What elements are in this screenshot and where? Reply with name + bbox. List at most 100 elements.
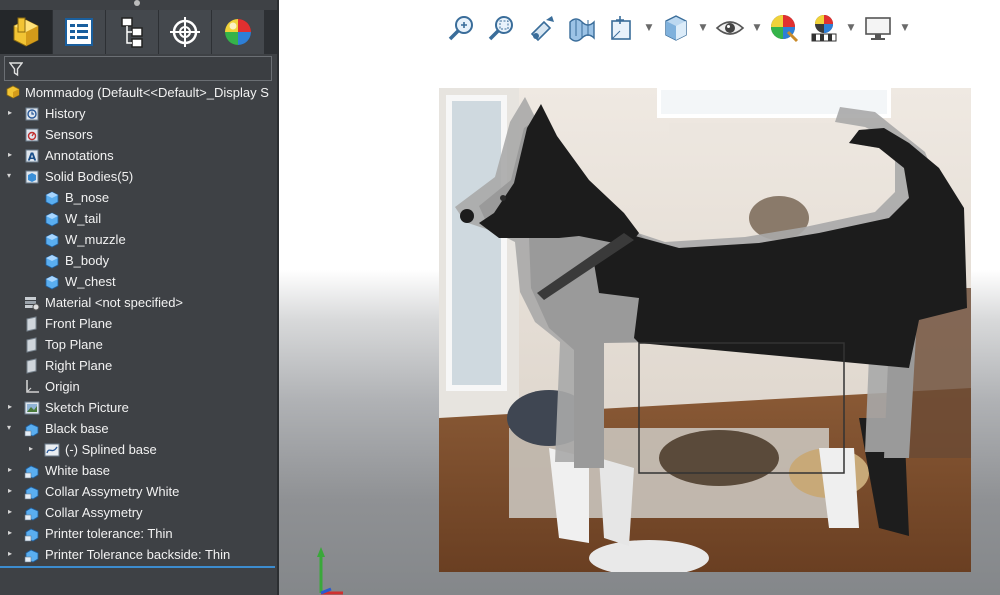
tree-item-right-plane[interactable]: Right Plane xyxy=(0,355,277,376)
expand-arrow-icon[interactable]: ▸ xyxy=(8,109,16,117)
tree-item-label: White base xyxy=(45,462,111,478)
apply-scene-button[interactable] xyxy=(804,10,844,46)
zoom-to-area-button[interactable] xyxy=(482,10,522,46)
solid-body-icon xyxy=(45,275,59,290)
tree-item-body-w-muzzle[interactable]: W_muzzle xyxy=(0,229,277,250)
collapse-arrow-icon[interactable]: ▾ xyxy=(7,172,15,180)
solid-body-icon xyxy=(45,233,59,248)
previous-view-button[interactable] xyxy=(522,10,562,46)
sketch-picture-with-model[interactable] xyxy=(439,88,971,572)
heads-up-view-toolbar: ▼ ▼ ▼ ▼ ▼ xyxy=(442,10,912,46)
hide-show-items-dropdown[interactable]: ▼ xyxy=(750,10,764,46)
tree-item-top-plane[interactable]: Top Plane xyxy=(0,334,277,355)
expand-arrow-icon[interactable]: ▸ xyxy=(8,508,16,516)
configuration-manager-tab[interactable] xyxy=(106,10,158,54)
tree-item-collar-assymetry[interactable]: ▸ Collar Assymetry xyxy=(0,502,277,523)
tree-filter-input[interactable] xyxy=(4,56,272,81)
tree-item-label: W_chest xyxy=(65,273,116,289)
thin-feature-icon xyxy=(24,549,39,563)
plane-icon xyxy=(26,358,37,374)
tree-item-history[interactable]: ▸ History xyxy=(0,103,277,124)
sensor-icon xyxy=(25,128,39,142)
tree-item-splined-base-sketch[interactable]: ▸ (-) Splined base xyxy=(0,439,277,460)
expand-arrow-icon[interactable]: ▸ xyxy=(8,487,16,495)
origin-icon xyxy=(26,380,39,393)
tree-item-black-base[interactable]: ▾ Black base xyxy=(0,418,277,439)
zoom-to-fit-button[interactable] xyxy=(442,10,482,46)
filter-icon xyxy=(9,62,23,77)
dynamic-annotation-views-dropdown[interactable]: ▼ xyxy=(642,10,656,46)
dimxpert-tab-icon xyxy=(170,17,200,47)
panel-grip-dot[interactable] xyxy=(134,0,140,6)
view-orientation-icon xyxy=(665,15,687,41)
apply-scene-dropdown[interactable]: ▼ xyxy=(844,10,858,46)
extrude-feature-icon xyxy=(24,507,39,521)
expand-arrow-icon[interactable]: ▸ xyxy=(8,466,16,474)
tree-item-label: Origin xyxy=(45,378,80,394)
tree-item-body-w-chest[interactable]: W_chest xyxy=(0,271,277,292)
extrude-feature-icon xyxy=(24,423,39,437)
tree-item-body-w-tail[interactable]: W_tail xyxy=(0,208,277,229)
property-manager-tab[interactable] xyxy=(53,10,105,54)
tree-item-label: Collar Assymetry xyxy=(45,504,143,520)
feature-manager-tab[interactable] xyxy=(0,10,52,54)
expand-arrow-icon[interactable]: ▸ xyxy=(8,151,16,159)
tree-item-label: Black base xyxy=(45,420,109,436)
tree-item-label: Annotations xyxy=(45,147,114,163)
view-orientation-button[interactable] xyxy=(656,10,696,46)
feature-manager-panel: Mommadog (Default<<Default>_Display S ▸ … xyxy=(0,0,277,595)
tree-item-label: Solid Bodies(5) xyxy=(45,168,134,184)
tree-item-solid-bodies[interactable]: ▾ Solid Bodies(5) xyxy=(0,166,277,187)
tree-item-printer-tolerance-backside[interactable]: ▸ Printer Tolerance backside: Thin xyxy=(0,544,277,565)
tree-root-part[interactable]: Mommadog (Default<<Default>_Display S xyxy=(0,82,277,103)
display-manager-tab[interactable] xyxy=(212,10,264,54)
model-eye xyxy=(500,195,506,201)
solid-body-icon xyxy=(45,191,59,206)
tree-item-material[interactable]: Material <not specified> xyxy=(0,292,277,313)
collapse-arrow-icon[interactable]: ▾ xyxy=(7,424,15,432)
tree-item-printer-tolerance[interactable]: ▸ Printer tolerance: Thin xyxy=(0,523,277,544)
extrude-feature-icon xyxy=(24,486,39,500)
rollback-bar[interactable] xyxy=(0,566,275,568)
solid-bodies-folder-icon xyxy=(25,170,39,184)
tree-item-label: W_tail xyxy=(65,210,102,226)
tree-item-collar-assymetry-white[interactable]: ▸ Collar Assymetry White xyxy=(0,481,277,502)
annotations-icon: A xyxy=(25,149,39,164)
tree-item-label: History xyxy=(45,105,86,121)
solid-body-icon xyxy=(45,212,59,227)
dynamic-annotation-views-button[interactable] xyxy=(602,10,642,46)
history-icon xyxy=(25,107,39,121)
view-settings-button[interactable] xyxy=(858,10,898,46)
tree-item-origin[interactable]: Origin xyxy=(0,376,277,397)
view-orientation-dropdown[interactable]: ▼ xyxy=(696,10,710,46)
edit-appearance-button[interactable] xyxy=(764,10,804,46)
tree-item-body-b-nose[interactable]: B_nose xyxy=(0,187,277,208)
tree-item-label: Right Plane xyxy=(45,357,113,373)
section-view-button[interactable] xyxy=(562,10,602,46)
view-settings-dropdown[interactable]: ▼ xyxy=(898,10,912,46)
sketch-icon xyxy=(44,443,60,457)
feature-manager-tab-icon xyxy=(13,17,39,47)
tree-item-body-b-body[interactable]: B_body xyxy=(0,250,277,271)
tree-item-label: Collar Assymetry White xyxy=(45,483,180,499)
tree-item-sketch-picture[interactable]: ▸ Sketch Picture xyxy=(0,397,277,418)
extrude-feature-icon xyxy=(24,465,39,479)
tree-item-white-base[interactable]: ▸ White base xyxy=(0,460,277,481)
dimxpert-tab[interactable] xyxy=(159,10,211,54)
dynamic-annotation-views-icon xyxy=(611,16,631,40)
manager-tab-strip xyxy=(0,10,277,54)
tree-item-label: Sketch Picture xyxy=(45,399,129,415)
material-icon xyxy=(25,297,40,311)
section-view-icon xyxy=(569,18,595,42)
tree-item-front-plane[interactable]: Front Plane xyxy=(0,313,277,334)
hide-show-items-button[interactable] xyxy=(710,10,750,46)
expand-arrow-icon[interactable]: ▸ xyxy=(8,403,16,411)
tree-item-sensors[interactable]: Sensors xyxy=(0,124,277,145)
zoom-to-fit-icon xyxy=(448,16,473,41)
tree-item-label: Top Plane xyxy=(45,336,103,352)
tree-item-label: W_muzzle xyxy=(65,231,126,247)
expand-arrow-icon[interactable]: ▸ xyxy=(29,445,37,453)
expand-arrow-icon[interactable]: ▸ xyxy=(8,550,16,558)
expand-arrow-icon[interactable]: ▸ xyxy=(8,529,16,537)
tree-item-annotations[interactable]: ▸ A Annotations xyxy=(0,145,277,166)
